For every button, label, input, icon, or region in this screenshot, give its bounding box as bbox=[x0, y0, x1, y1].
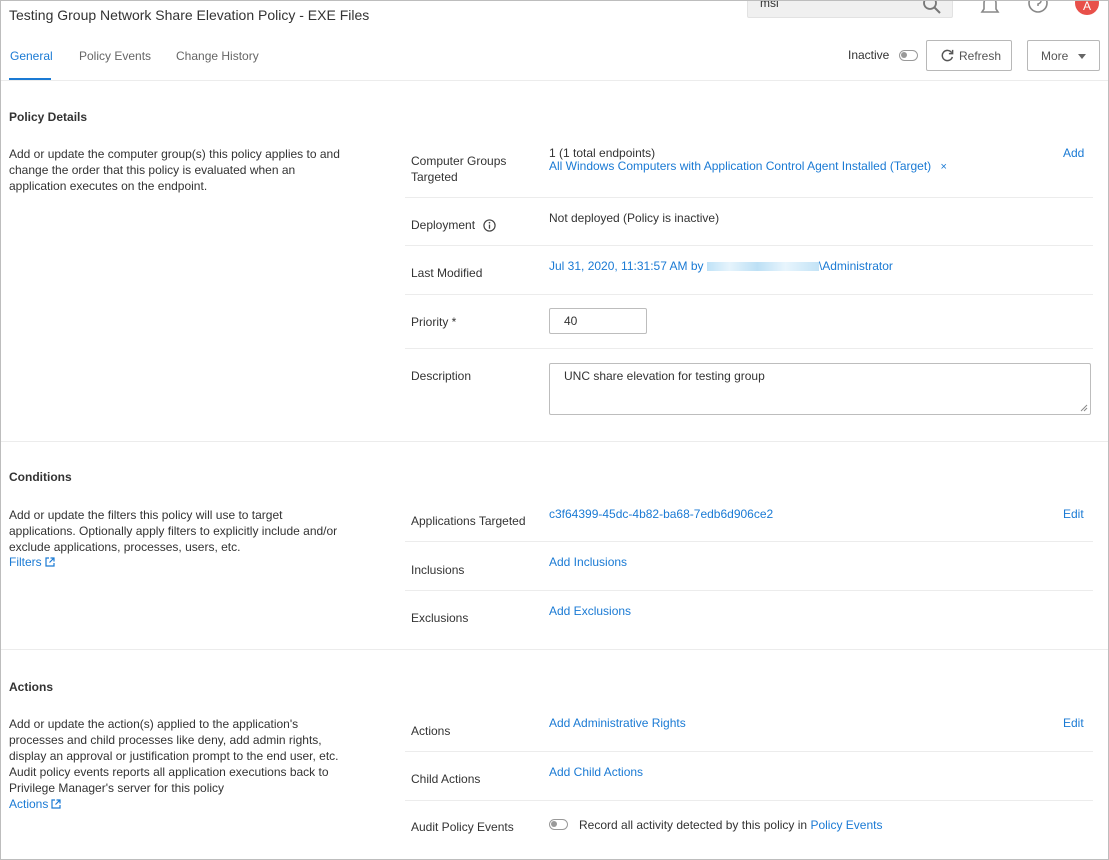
audit-toggle[interactable] bbox=[549, 819, 568, 830]
row-divider bbox=[405, 590, 1093, 591]
info-icon[interactable] bbox=[483, 219, 497, 232]
tabs-divider bbox=[1, 80, 1108, 81]
toggle-knob bbox=[551, 821, 557, 827]
resize-handle-icon[interactable] bbox=[1080, 404, 1088, 412]
priority-label: Priority * bbox=[411, 315, 457, 329]
section-title-actions: Actions bbox=[9, 680, 54, 694]
row-divider bbox=[405, 800, 1093, 801]
last-modified-user: \Administrator bbox=[818, 259, 893, 273]
description-textarea[interactable]: UNC share elevation for testing group bbox=[549, 363, 1091, 415]
row-divider bbox=[405, 348, 1093, 349]
computer-groups-label: Computer Groups Targeted bbox=[411, 154, 507, 184]
exclusions-label: Exclusions bbox=[411, 611, 469, 625]
policy-events-link[interactable]: Policy Events bbox=[810, 818, 882, 832]
inclusions-label: Inclusions bbox=[411, 563, 465, 577]
refresh-label: Refresh bbox=[959, 48, 1002, 63]
deployment-value: Not deployed (Policy is inactive) bbox=[549, 211, 720, 225]
page-title: Testing Group Network Share Elevation Po… bbox=[9, 7, 370, 23]
add-administrative-rights-link[interactable]: Add Administrative Rights bbox=[549, 716, 686, 730]
active-toggle[interactable] bbox=[899, 50, 918, 61]
section-title-conditions: Conditions bbox=[9, 470, 72, 484]
section-title-policy-details: Policy Details bbox=[9, 110, 88, 124]
audit-text: Record all activity detected by this pol… bbox=[579, 818, 882, 832]
search-icon[interactable] bbox=[922, 1, 942, 18]
section-desc-policy-details: Add or update the computer group(s) this… bbox=[9, 147, 340, 193]
chevron-down-icon bbox=[1078, 54, 1086, 59]
computer-groups-count: 1 (1 total endpoints) bbox=[549, 146, 656, 160]
row-divider bbox=[405, 245, 1093, 246]
actions-link[interactable]: Actions bbox=[9, 797, 61, 811]
bell-icon[interactable] bbox=[979, 1, 1001, 20]
row-divider bbox=[405, 541, 1093, 542]
last-modified-link[interactable]: Jul 31, 2020, 11:31:57 AM by \Administra… bbox=[549, 259, 893, 273]
external-link-icon bbox=[45, 557, 55, 567]
row-divider bbox=[405, 294, 1093, 295]
add-inclusions-link[interactable]: Add Inclusions bbox=[549, 555, 627, 569]
section-divider bbox=[1, 441, 1108, 442]
refresh-button[interactable]: Refresh bbox=[926, 40, 1012, 71]
row-divider bbox=[405, 751, 1093, 752]
audit-policy-events-label: Audit Policy Events bbox=[411, 820, 514, 834]
edit-conditions-link[interactable]: Edit bbox=[1063, 507, 1084, 521]
redacted-domain bbox=[706, 262, 819, 272]
priority-input[interactable]: 40 bbox=[549, 308, 647, 334]
description-label: Description bbox=[411, 369, 472, 383]
filters-link-label: Filters bbox=[9, 555, 42, 569]
section-desc-actions: Add or update the action(s) applied to t… bbox=[9, 717, 339, 795]
computer-group-item[interactable]: All Windows Computers with Application C… bbox=[549, 159, 947, 173]
tab-change-history[interactable]: Change History bbox=[176, 49, 259, 63]
child-actions-label: Child Actions bbox=[411, 772, 481, 786]
tab-general[interactable]: General bbox=[10, 49, 53, 63]
computer-group-name[interactable]: All Windows Computers with Application C… bbox=[549, 159, 931, 173]
actions-label: Actions bbox=[411, 724, 451, 738]
external-link-icon bbox=[51, 799, 61, 809]
refresh-icon bbox=[941, 49, 954, 62]
add-computer-group-link[interactable]: Add bbox=[1063, 146, 1084, 160]
actions-link-label: Actions bbox=[9, 797, 49, 811]
more-label: More bbox=[1041, 48, 1069, 63]
filters-link[interactable]: Filters bbox=[9, 555, 55, 569]
deployment-label-text: Deployment bbox=[411, 218, 476, 232]
applications-targeted-link[interactable]: c3f64399-45dc-4b82-ba68-7edb6d906ce2 bbox=[549, 507, 773, 521]
help-icon[interactable] bbox=[1027, 1, 1049, 20]
search-value: msi bbox=[760, 0, 779, 10]
row-divider bbox=[405, 197, 1093, 198]
policy-page: Testing Group Network Share Elevation Po… bbox=[0, 0, 1109, 860]
avatar[interactable]: A bbox=[1075, 1, 1099, 15]
last-modified-date: Jul 31, 2020, 11:31:57 AM by bbox=[549, 259, 704, 273]
toggle-knob bbox=[901, 52, 907, 58]
more-button[interactable]: More bbox=[1027, 40, 1100, 71]
edit-actions-link[interactable]: Edit bbox=[1063, 716, 1084, 730]
description-value: UNC share elevation for testing group bbox=[564, 369, 765, 383]
last-modified-label: Last Modified bbox=[411, 266, 483, 280]
section-desc-conditions: Add or update the filters this policy wi… bbox=[9, 508, 338, 554]
add-exclusions-link[interactable]: Add Exclusions bbox=[549, 604, 631, 618]
deployment-label: Deployment bbox=[411, 217, 497, 233]
section-divider bbox=[1, 649, 1108, 650]
close-icon[interactable]: × bbox=[941, 161, 947, 173]
status-label: Inactive bbox=[848, 48, 890, 62]
search-input[interactable]: msi bbox=[747, 0, 953, 18]
applications-targeted-label: Applications Targeted bbox=[411, 514, 526, 528]
tab-policy-events[interactable]: Policy Events bbox=[79, 49, 151, 63]
add-child-actions-link[interactable]: Add Child Actions bbox=[549, 765, 643, 779]
audit-description: Record all activity detected by this pol… bbox=[579, 818, 808, 832]
